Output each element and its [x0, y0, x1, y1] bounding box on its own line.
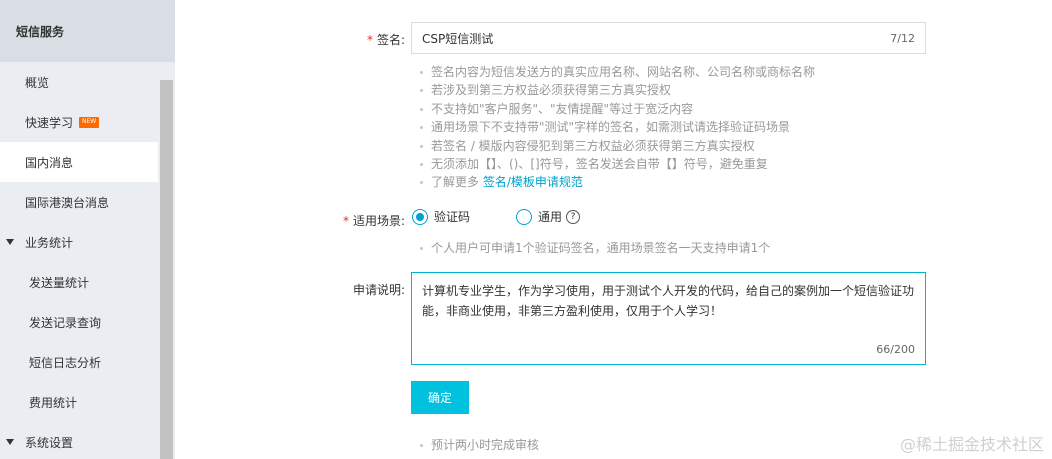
- scene-tips: 个人用户可申请1个验证码签名，通用场景签名一天支持申请1个: [419, 239, 770, 257]
- tip-item: 无须添加【】、()、[]符号，签名发送会自带【】符号，避免重复: [419, 155, 815, 173]
- sidebar-group-business-stats[interactable]: 业务统计: [0, 222, 158, 262]
- review-tips: 预计两小时完成审核: [419, 436, 539, 454]
- radio-general[interactable]: [516, 208, 533, 225]
- sidebar-item-send-volume-stats[interactable]: 发送量统计: [0, 262, 158, 302]
- required-mark: *: [366, 33, 373, 47]
- radio-label-verification-code[interactable]: 验证码: [434, 208, 470, 225]
- sidebar-item-cost-stats[interactable]: 费用统计: [0, 382, 158, 422]
- description-counter: 66/200: [876, 343, 915, 356]
- sidebar: 短信服务 概览 快速学习 NEW 国内消息 国际港澳台消息 业务统计 发送量统计…: [0, 0, 175, 459]
- scene-label: * 适用场景:: [342, 214, 405, 228]
- spec-link[interactable]: 签名/模板申请规范: [483, 175, 583, 189]
- radio-verification-code[interactable]: [412, 208, 428, 225]
- sidebar-scrollbar[interactable]: [160, 80, 173, 459]
- watermark: @稀土掘金技术社区: [899, 435, 1044, 454]
- tip-item: 若涉及到第三方权益必须获得第三方真实授权: [419, 81, 815, 99]
- sidebar-item-sms-log-analysis[interactable]: 短信日志分析: [0, 342, 158, 382]
- tip-learn-more: 了解更多 签名/模板申请规范: [419, 173, 815, 191]
- sidebar-group-system-settings[interactable]: 系统设置: [0, 422, 158, 459]
- sidebar-item-quick-learn[interactable]: 快速学习 NEW: [0, 102, 158, 142]
- confirm-button[interactable]: 确定: [411, 381, 469, 414]
- sidebar-item-label: 国内消息: [25, 155, 74, 170]
- description-value: 计算机专业学生，作为学习使用，用于测试个人开发的代码，给自己的案例加一个短信验证…: [422, 284, 915, 318]
- new-badge: NEW: [79, 116, 100, 128]
- signature-value: CSP短信测试: [422, 31, 494, 46]
- sidebar-item-label: 系统设置: [25, 435, 74, 450]
- signature-counter: 7/12: [890, 31, 915, 45]
- sidebar-item-label: 费用统计: [29, 395, 78, 410]
- signature-tips: 签名内容为短信发送方的真实应用名称、网站名称、公司名称或商标名称 若涉及到第三方…: [419, 63, 815, 192]
- signature-input[interactable]: CSP短信测试 7/12: [411, 22, 926, 54]
- sidebar-item-label: 发送量统计: [29, 275, 90, 290]
- tip-item: 个人用户可申请1个验证码签名，通用场景签名一天支持申请1个: [419, 239, 770, 257]
- caret-down-icon: [6, 439, 14, 445]
- description-textarea[interactable]: 计算机专业学生，作为学习使用，用于测试个人开发的代码，给自己的案例加一个短信验证…: [411, 272, 926, 365]
- description-label: 申请说明:: [352, 283, 405, 297]
- tip-item: 不支持如"客户服务"、"友情提醒"等过于宽泛内容: [419, 100, 815, 118]
- tip-item: 预计两小时完成审核: [419, 436, 539, 454]
- sidebar-item-overview[interactable]: 概览: [0, 62, 158, 102]
- sidebar-item-label: 国际港澳台消息: [25, 195, 110, 210]
- signature-label: * 签名:: [366, 33, 405, 47]
- sidebar-item-label: 概览: [25, 75, 50, 90]
- tip-item: 若签名 / 模版内容侵犯到第三方权益必须获得第三方真实授权: [419, 137, 815, 155]
- required-mark: *: [342, 214, 349, 228]
- sidebar-item-label: 快速学习: [25, 115, 74, 130]
- caret-down-icon: [6, 239, 14, 245]
- sidebar-item-label: 业务统计: [25, 235, 74, 250]
- scene-radio-group: 验证码 通用 ?: [412, 208, 581, 225]
- tip-item: 签名内容为短信发送方的真实应用名称、网站名称、公司名称或商标名称: [419, 63, 815, 81]
- sidebar-item-label: 短信日志分析: [29, 355, 102, 370]
- sidebar-item-domestic-messages[interactable]: 国内消息: [0, 142, 158, 182]
- sidebar-item-label: 发送记录查询: [29, 315, 102, 330]
- sidebar-header: 短信服务: [0, 0, 175, 62]
- radio-label-general[interactable]: 通用: [538, 208, 562, 225]
- signature-form: * 签名: CSP短信测试 7/12 签名内容为短信发送方的真实应用名称、网站名称…: [175, 0, 1052, 459]
- tip-item: 通用场景下不支持带"测试"字样的签名，如需测试请选择验证码场景: [419, 118, 815, 136]
- sidebar-item-international-messages[interactable]: 国际港澳台消息: [0, 182, 158, 222]
- question-icon[interactable]: ?: [566, 209, 581, 224]
- sidebar-item-send-record-query[interactable]: 发送记录查询: [0, 302, 158, 342]
